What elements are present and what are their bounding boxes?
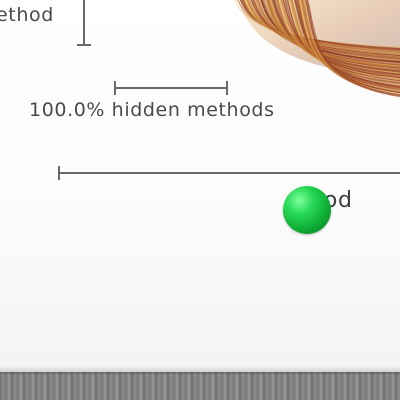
method-label-top: ethod (0, 4, 54, 26)
hidden-methods-scale-bar (114, 81, 228, 95)
photographed-figure: ethod 100.0% hidden methods ethod (0, 0, 400, 400)
surface-edge (0, 366, 400, 400)
fan-strands (234, 0, 400, 98)
method-scale-bar (58, 166, 400, 180)
hidden-methods-label: 100.0% hidden methods (29, 99, 275, 121)
pointer-cursor[interactable] (283, 186, 331, 234)
top-scale-bar (77, 0, 91, 46)
